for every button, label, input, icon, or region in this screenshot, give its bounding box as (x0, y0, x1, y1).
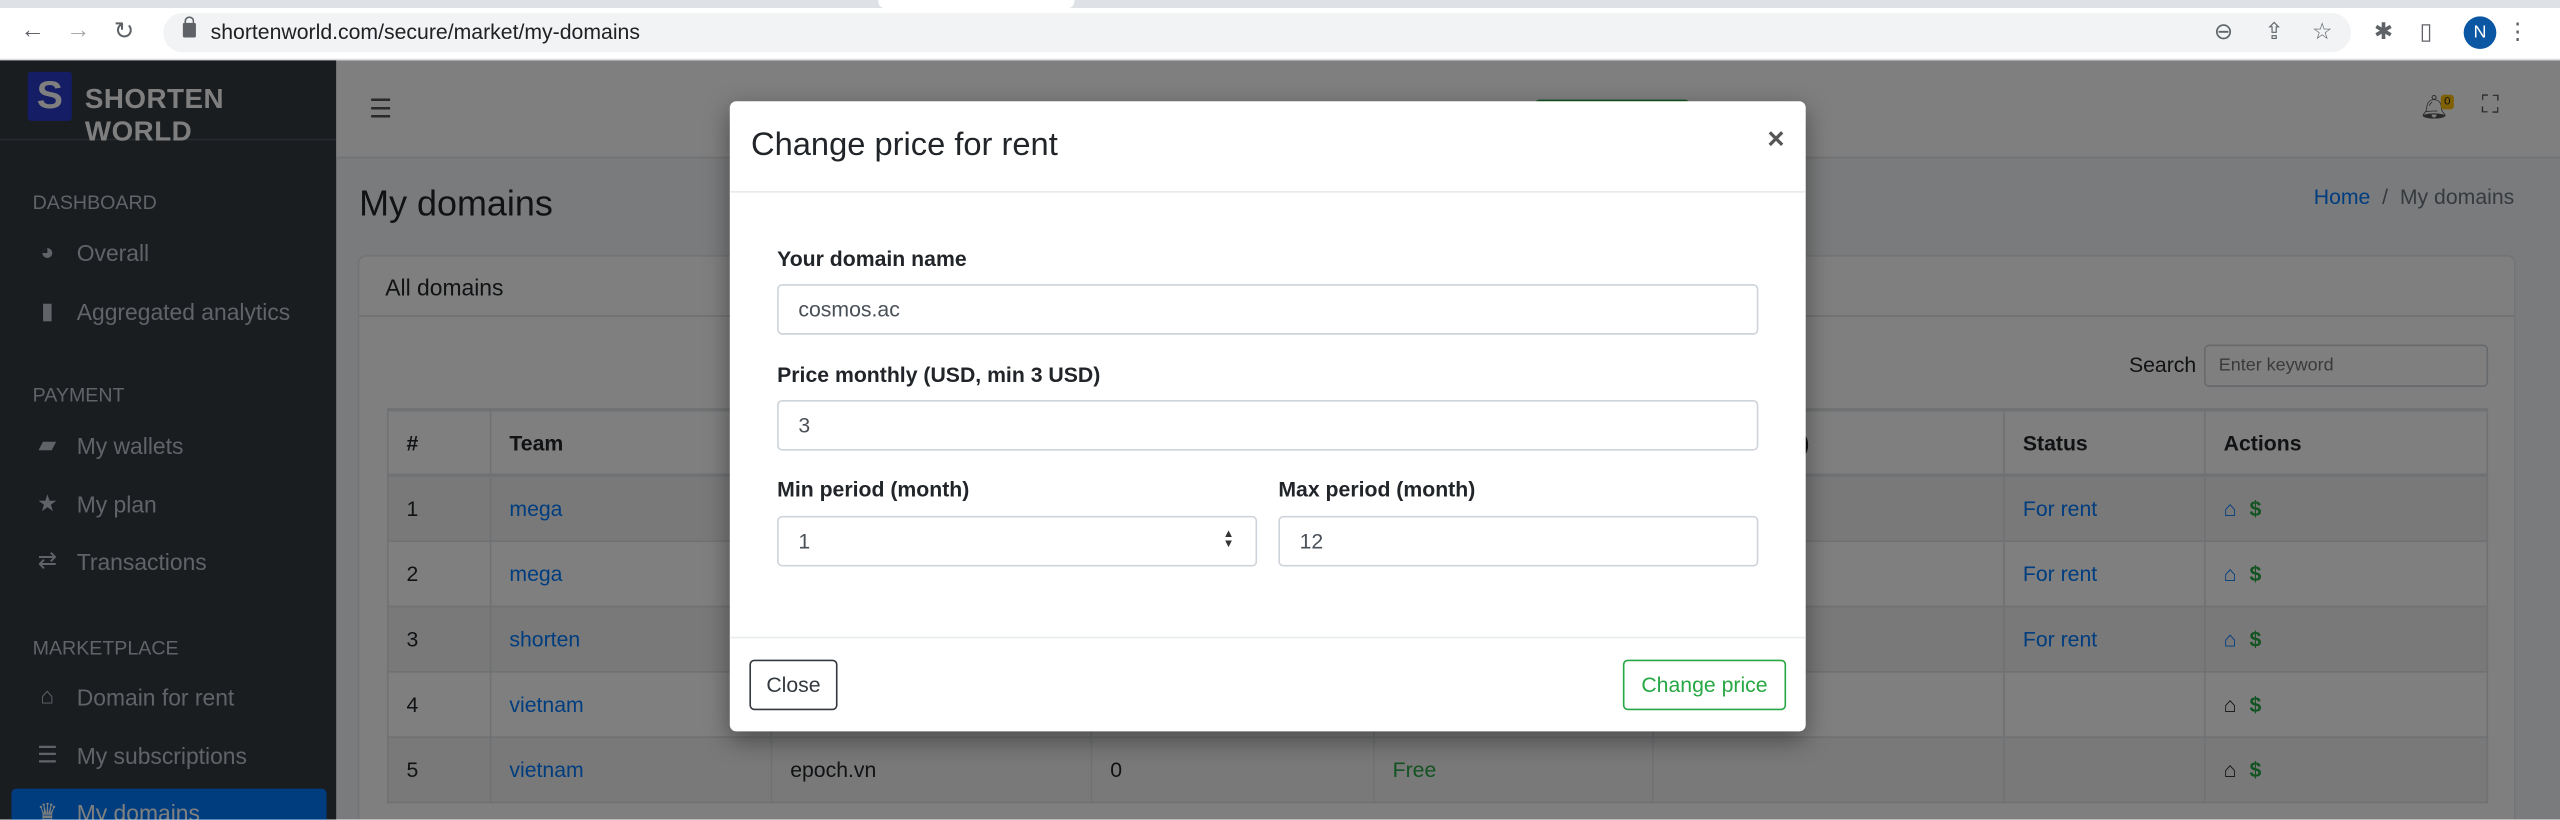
close-icon[interactable]: × (1767, 122, 1784, 156)
reload-icon[interactable]: ↻ (108, 16, 141, 46)
price-monthly-label: Price monthly (USD, min 3 USD) (777, 362, 1101, 387)
zoom-icon[interactable]: ⊖ (2214, 18, 2233, 46)
number-spinner-icon[interactable]: ▲ ▼ (1223, 529, 1234, 550)
max-period-label: Max period (month) (1278, 476, 1476, 502)
bookmark-star-icon[interactable]: ☆ (2312, 18, 2333, 46)
change-price-modal: Change price for rent × Your domain name… (729, 101, 1806, 732)
back-icon[interactable]: ← (16, 16, 49, 44)
profile-avatar[interactable]: N (2463, 16, 2497, 49)
share-icon[interactable]: ⇪ (2264, 18, 2283, 46)
active-tab[interactable] (878, 0, 1075, 9)
domain-name-label: Your domain name (777, 246, 967, 272)
modal-footer-divider (729, 636, 1806, 639)
change-price-button[interactable]: Change price (1622, 659, 1787, 711)
close-button[interactable]: Close (749, 659, 838, 711)
url-text: shortenworld.com/secure/market/my-domain… (210, 19, 640, 45)
tab-strip (0, 0, 2560, 9)
modal-header: Change price for rent × (729, 101, 1806, 193)
address-bar[interactable]: shortenworld.com/secure/market/my-domain… (163, 13, 2352, 53)
max-period-input[interactable] (1278, 515, 1759, 567)
forward-icon[interactable]: → (62, 16, 95, 44)
modal-title: Change price for rent (751, 127, 1058, 164)
extensions-icon[interactable]: ✱ (2374, 18, 2393, 46)
domain-name-input[interactable] (777, 284, 1759, 335)
min-period-label: Min period (month) (777, 476, 970, 502)
price-monthly-input[interactable] (777, 399, 1759, 451)
min-period-input[interactable] (777, 515, 1258, 567)
browser-toolbar: ← → ↻ shortenworld.com/secure/market/my-… (0, 8, 2560, 61)
menu-icon[interactable]: ⋮ (2506, 18, 2529, 46)
side-panel-icon[interactable]: ▯ (2420, 18, 2433, 46)
lock-icon (182, 16, 196, 38)
